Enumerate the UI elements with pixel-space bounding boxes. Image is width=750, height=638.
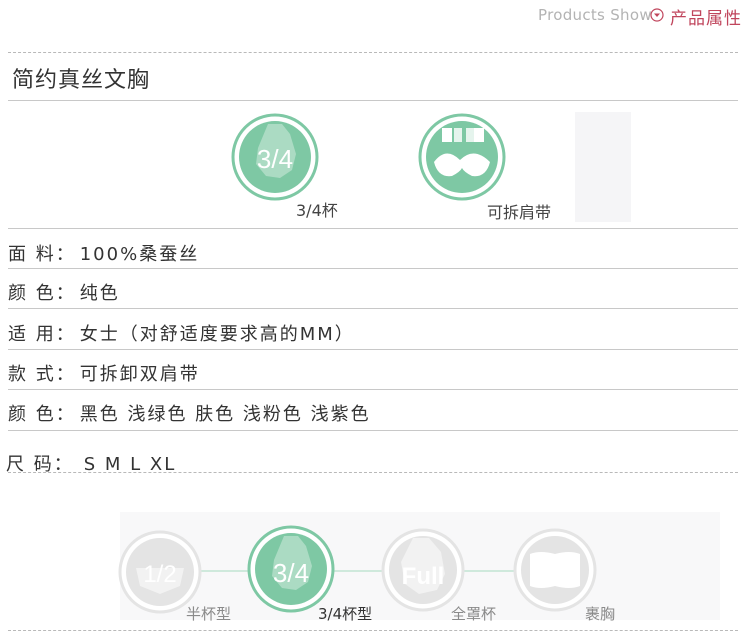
attr-value: 黑色 浅绿色 肤色 浅粉色 浅紫色 (79, 404, 371, 425)
divider (8, 308, 738, 309)
divider (8, 100, 738, 101)
chevron-down-circle-icon (650, 8, 664, 22)
attr-value: 可拆卸双肩带 (79, 364, 200, 385)
three-quarter-cup-icon: 3/4 (231, 113, 319, 201)
attr-key: 颜 色： (8, 404, 76, 425)
cup-type-label: 裹胸 (585, 605, 616, 623)
tube-top-icon (513, 528, 597, 612)
divider (8, 430, 738, 431)
cup-badge: 1/2 (143, 561, 176, 588)
attr-key: 面 料： (8, 244, 76, 265)
divider (8, 389, 738, 390)
attr-value: 纯色 (79, 283, 120, 304)
feature-label: 可拆肩带 (487, 203, 552, 222)
attr-value: 100%桑蚕丝 (79, 244, 200, 265)
attr-key: 款 式： (8, 364, 76, 385)
divider (8, 349, 738, 350)
three-quarter-badge: 3/4 (257, 144, 293, 174)
feature-label: 3/4杯 (296, 201, 338, 220)
divider (8, 630, 738, 631)
divider (8, 268, 738, 269)
attr-row-colors: 颜 色： 黑色 浅绿色 肤色 浅粉色 浅紫色 (8, 400, 738, 434)
divider (8, 52, 738, 53)
attr-row-size: 尺 码： S M L XL (6, 450, 736, 484)
three-quarter-cup-icon: 3/4 (247, 525, 335, 613)
attr-value: 女士（对舒适度要求高的MM） (79, 324, 355, 345)
divider (8, 228, 738, 229)
attr-key: 适 用： (8, 324, 76, 345)
attr-key: 颜 色： (8, 283, 76, 304)
cup-type-label: 半杯型 (186, 605, 232, 623)
full-cup-icon: Full (381, 528, 465, 612)
divider (8, 472, 738, 473)
cup-badge: 3/4 (273, 558, 309, 588)
image-placeholder (575, 112, 631, 222)
detachable-strap-icon (418, 113, 506, 201)
product-title: 简约真丝文胸 (12, 68, 151, 93)
cup-badge: Full (402, 563, 445, 590)
products-show-label: Products Show (538, 6, 652, 24)
cup-type-label: 全罩杯 (451, 605, 497, 623)
section-title: 产品属性 (670, 9, 742, 29)
cup-type-label: 3/4杯型 (318, 605, 373, 623)
